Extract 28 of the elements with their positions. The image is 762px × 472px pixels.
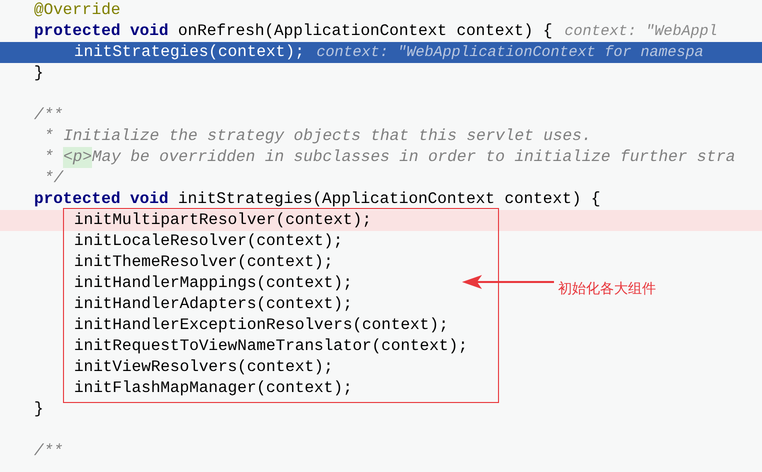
callout-label: 初始化各大组件 xyxy=(558,280,656,298)
code-text: } xyxy=(34,399,44,420)
code-comment: * Initialize the strategy objects that this servlet uses. xyxy=(44,126,592,147)
inline-value-hint: context: "WebAppl xyxy=(564,22,718,42)
code-text: initViewResolvers(context); xyxy=(74,357,334,378)
code-comment: * xyxy=(44,147,55,168)
code-text: initThemeResolver(context); xyxy=(74,252,334,273)
code-text: initFlashMapManager(context); xyxy=(74,378,352,399)
code-text: onRefresh(ApplicationContext context) { xyxy=(177,21,552,42)
code-text: initStrategies(context); xyxy=(74,42,304,63)
code-text: } xyxy=(34,63,44,84)
code-text: initHandlerExceptionResolvers(context); xyxy=(74,315,448,336)
code-text: initHandlerAdapters(context); xyxy=(74,294,352,315)
code-comment: May be overridden in subclasses in order to initialize further stra xyxy=(92,147,736,168)
code-annotation: @Override xyxy=(34,0,120,21)
code-keyword: protected void xyxy=(34,189,168,210)
code-text: initMultipartResolver(context); xyxy=(74,210,372,231)
code-text: initLocaleResolver(context); xyxy=(74,231,343,252)
arrow-icon xyxy=(462,275,554,289)
code-comment: /** xyxy=(34,441,63,462)
code-text: initStrategies(ApplicationContext context) { xyxy=(177,189,600,210)
code-keyword: protected void xyxy=(34,21,168,42)
inline-value-hint: context: "WebApplicationContext for namespa xyxy=(316,43,704,63)
code-text: initHandlerMappings(context); xyxy=(74,273,352,294)
code-text: initRequestToViewNameTranslator(context); xyxy=(74,336,468,357)
code-comment: /** xyxy=(34,105,63,126)
code-comment: */ xyxy=(44,168,64,189)
comment-tag: <p> xyxy=(63,147,92,168)
